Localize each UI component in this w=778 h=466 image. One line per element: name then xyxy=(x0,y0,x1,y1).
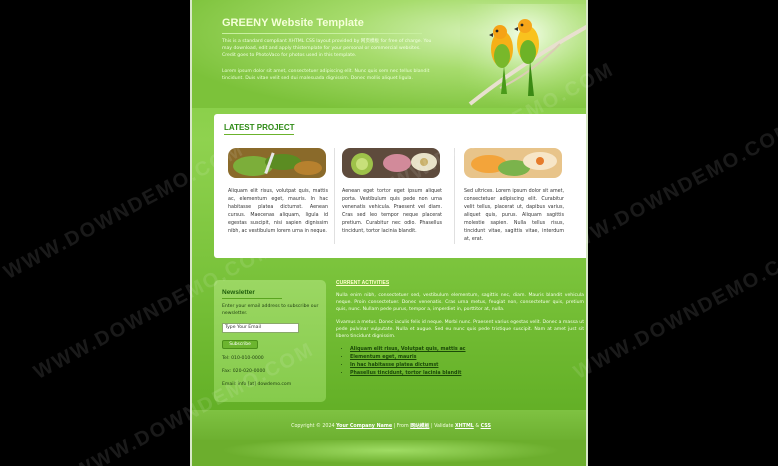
activity-link[interactable]: Phasellus tincidunt, tortor lacinia blan… xyxy=(350,370,584,378)
project-divider xyxy=(454,148,455,244)
project-text: Sed ultrices. Lorem ipsum dolor sit amet… xyxy=(464,189,564,242)
newsletter-box: Newsletter Enter your email address to s… xyxy=(214,280,326,402)
footer-validate: | Validate xyxy=(430,424,454,429)
page-container: GREENY Website Template This is a standa… xyxy=(190,0,588,466)
current-activities-title: CURRENT ACTIVITIES xyxy=(336,280,390,286)
project-text: Aliquam elit risus, volutpat quis, matti… xyxy=(228,189,328,234)
footer-amp: & xyxy=(475,424,480,429)
footer-xhtml-link[interactable]: XHTML xyxy=(455,424,474,429)
newsletter-description: Enter your email address to subscribe ou… xyxy=(222,304,319,316)
footer-css-link[interactable]: CSS xyxy=(481,424,491,429)
header: GREENY Website Template This is a standa… xyxy=(192,0,586,108)
project-item: Sed ultrices. Lorem ipsum dolor sit amet… xyxy=(464,148,564,244)
footer-decoration xyxy=(192,440,586,466)
header-intro: This is a standard compliant XHTML CSS l… xyxy=(222,39,432,58)
newsletter-email: Email: info [at] dowdemo.com xyxy=(222,382,292,387)
newsletter-tel: Tel: 010-010-0000 xyxy=(222,356,264,361)
newsletter-fax: Fax: 020-020-0000 xyxy=(222,369,266,374)
project-item: Aliquam elit risus, volutpat quis, matti… xyxy=(228,148,328,236)
newsletter-email-input[interactable]: Type Your Email xyxy=(222,323,299,333)
newsletter-rule xyxy=(222,298,282,299)
project-image-fruit[interactable] xyxy=(342,148,440,178)
latest-project-section: LATEST PROJECT Aliquam elit risus, volut… xyxy=(214,114,586,258)
site-title: GREENY Website Template xyxy=(222,17,364,29)
project-item: Aenean eget tortor eget ipsum aliquet po… xyxy=(342,148,442,236)
project-image-food[interactable] xyxy=(464,148,562,178)
subscribe-button[interactable]: Subscribe xyxy=(222,340,258,349)
footer-copyright: Copyright © 2024 xyxy=(291,424,335,429)
parrots-image xyxy=(460,4,586,108)
footer-template-link[interactable]: 网站模板 xyxy=(410,424,429,429)
current-activities-links: Aliquam elit risus, Volutpat quis, matti… xyxy=(336,346,584,378)
activity-link[interactable]: In hac habitasse platea dictumst xyxy=(350,362,584,370)
footer-company-link[interactable]: Your Company Name xyxy=(336,424,392,429)
activity-link[interactable]: Elementum eget, mauris xyxy=(350,354,584,362)
activity-link[interactable]: Aliquam elit risus, Volutpat quis, matti… xyxy=(350,346,584,354)
project-image-vegetables[interactable] xyxy=(228,148,326,178)
current-activities-paragraph: Nulla enim nibh, consectetuer sed, vesti… xyxy=(336,293,584,312)
current-activities-paragraph: Vivamus a metus. Donec iaculis felis id … xyxy=(336,320,584,339)
header-intro-secondary: Lorem ipsum dolor sit amet, consectetuer… xyxy=(222,69,430,81)
latest-project-rule xyxy=(224,134,294,135)
header-rule xyxy=(222,33,422,34)
watermark-text: WWW.DOWNDEMO.COM xyxy=(570,238,778,384)
project-text: Aenean eget tortor eget ipsum aliquet po… xyxy=(342,189,442,234)
footer: Copyright © 2024 Your Company Name | Fro… xyxy=(192,410,586,466)
project-divider xyxy=(334,148,335,244)
newsletter-title: Newsletter xyxy=(222,289,255,296)
latest-project-title: LATEST PROJECT xyxy=(224,123,295,132)
current-activities-section: CURRENT ACTIVITIES Nulla enim nibh, cons… xyxy=(336,280,584,378)
footer-text: Copyright © 2024 Your Company Name | Fro… xyxy=(192,422,586,429)
footer-from: | From xyxy=(393,424,409,429)
